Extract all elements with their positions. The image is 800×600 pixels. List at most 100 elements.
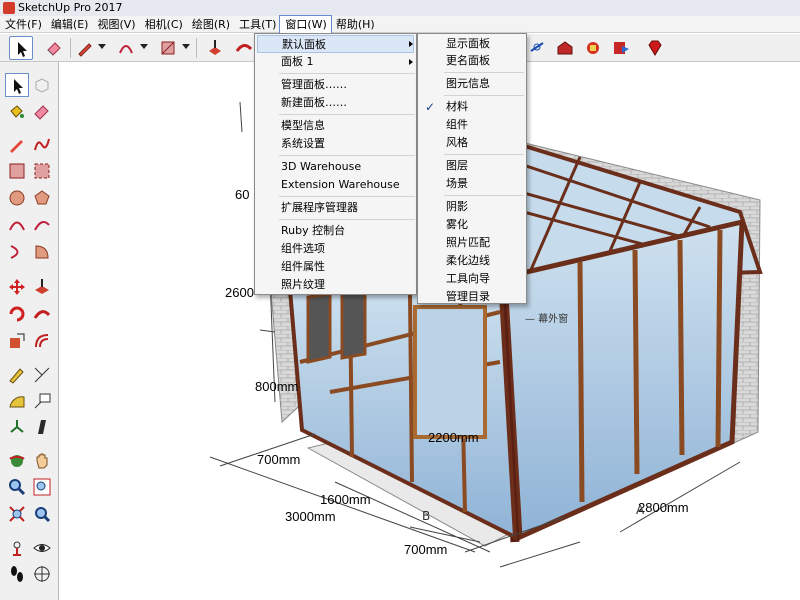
orbit-axes-tool[interactable] (5, 415, 29, 439)
share-component-button[interactable] (581, 36, 605, 60)
submenu-item-instructor[interactable]: 工具向导 (420, 270, 524, 288)
follow-me-icon (235, 44, 253, 52)
offset-tool[interactable] (30, 329, 54, 353)
rectangle-tool[interactable] (5, 159, 29, 183)
menu-item-new-tray[interactable]: 新建面板…… (257, 94, 414, 112)
rotated-rectangle-tool[interactable] (30, 159, 54, 183)
3d-warehouse-button[interactable] (553, 36, 577, 60)
ruby-console-button[interactable] (643, 36, 667, 60)
walk-tool[interactable] (5, 562, 29, 586)
make-component-tool[interactable] (30, 73, 54, 97)
pan-tool[interactable] (30, 449, 54, 473)
two-point-arc-tool[interactable] (30, 213, 54, 237)
zoom-window-tool[interactable] (30, 475, 54, 499)
move-tool[interactable] (5, 275, 29, 299)
submenu-item-entity-info[interactable]: 图元信息 (420, 75, 524, 93)
menu-tools[interactable]: 工具(T) (234, 16, 280, 33)
menu-item-component-options[interactable]: 组件选项 (257, 240, 414, 258)
select-tool-button[interactable] (9, 36, 33, 60)
freehand-tool[interactable] (30, 133, 54, 157)
menu-draw[interactable]: 绘图(R) (187, 16, 234, 33)
rotate-tool[interactable] (5, 302, 29, 326)
rectangle-dropdown-arrow-icon[interactable] (182, 44, 190, 49)
dimension-toolbar-button[interactable] (525, 36, 549, 60)
submenu-item-layers[interactable]: 图层 (420, 157, 524, 175)
follow-me-icon (33, 310, 51, 319)
follow-me-tool-button[interactable] (232, 36, 256, 60)
eraser-tool-button[interactable] (42, 36, 66, 60)
submenu-item-outliner[interactable]: 管理目录 (420, 288, 524, 306)
submenu-item-soften-edges[interactable]: 柔化边线 (420, 252, 524, 270)
orbit-tool[interactable] (5, 449, 29, 473)
ruby-gem-icon (648, 40, 662, 56)
previous-view-tool[interactable] (30, 502, 54, 526)
zoom-extents-tool[interactable] (5, 502, 29, 526)
arc-tool[interactable] (5, 213, 29, 237)
menu-item-default-tray[interactable]: 默认面板 (257, 35, 414, 53)
scale-tool[interactable] (5, 329, 29, 353)
submenu-item-rename-tray[interactable]: 更名面板 (420, 52, 524, 70)
line-tool[interactable] (5, 133, 29, 157)
rectangle-icon (161, 41, 175, 55)
dimension-label-height-top: 60 (235, 187, 250, 202)
menu-item-photo-textures[interactable]: 照片纹理 (257, 276, 414, 294)
scale-icon (10, 333, 25, 348)
menu-help[interactable]: 帮助(H) (331, 16, 379, 33)
section-plane-align-tool[interactable] (30, 562, 54, 586)
menu-edit[interactable]: 编辑(E) (46, 16, 93, 33)
section-plane-tool[interactable] (30, 415, 54, 439)
window-menu-dropdown: 默认面板 面板 1 管理面板…… 新建面板…… 模型信息 系统设置 3D War… (254, 33, 417, 295)
submenu-item-components[interactable]: 组件 (420, 116, 524, 134)
submenu-item-styles[interactable]: 风格 (420, 134, 524, 152)
eraser-tool[interactable] (30, 100, 54, 124)
submenu-item-match-photo[interactable]: 照片匹配 (420, 234, 524, 252)
tape-measure-tool[interactable] (5, 363, 29, 387)
menu-item-ruby-console[interactable]: Ruby 控制台 (257, 222, 414, 240)
menu-item-extension-manager[interactable]: 扩展程序管理器 (257, 199, 414, 217)
menu-bar: 文件(F) 编辑(E) 视图(V) 相机(C) 绘图(R) 工具(T) 窗口(W… (0, 15, 800, 34)
menu-item-model-info[interactable]: 模型信息 (257, 117, 414, 135)
menu-item-preferences[interactable]: 系统设置 (257, 135, 414, 153)
zoom-tool[interactable] (5, 475, 29, 499)
menu-item-extension-warehouse[interactable]: Extension Warehouse (257, 176, 414, 194)
three-point-arc-tool[interactable] (5, 240, 29, 264)
section-plane-icon (38, 420, 46, 434)
move-arrows-icon (9, 279, 25, 295)
rectangle-tool-button[interactable] (156, 36, 180, 60)
protractor-tool[interactable] (5, 389, 29, 413)
look-around-tool[interactable] (30, 536, 54, 560)
select-tool[interactable] (5, 73, 29, 97)
line-dropdown-arrow-icon[interactable] (98, 44, 106, 49)
hand-icon (36, 453, 48, 469)
extension-warehouse-button[interactable] (609, 36, 633, 60)
arc-tool-button[interactable] (114, 36, 138, 60)
axes-tool[interactable] (30, 363, 54, 387)
three-point-arc-icon (10, 245, 19, 259)
line-tool-button[interactable] (73, 36, 97, 60)
menu-file[interactable]: 文件(F) (0, 16, 46, 33)
circle-tool[interactable] (5, 186, 29, 210)
menu-window[interactable]: 窗口(W) (279, 15, 332, 34)
follow-me-tool[interactable] (30, 302, 54, 326)
submenu-item-shadows[interactable]: 阴影 (420, 198, 524, 216)
menu-item-component-attributes[interactable]: 组件属性 (257, 258, 414, 276)
push-pull-tool[interactable] (30, 275, 54, 299)
menu-item-3d-warehouse[interactable]: 3D Warehouse (257, 158, 414, 176)
submenu-item-scenes[interactable]: 场景 (420, 175, 524, 193)
menu-camera[interactable]: 相机(C) (140, 16, 187, 33)
sketchup-window: SketchUp Pro 2017 文件(F) 编辑(E) 视图(V) 相机(C… (0, 0, 800, 600)
submenu-item-fog[interactable]: 雾化 (420, 216, 524, 234)
dimension-label-sill: 800mm (255, 379, 299, 394)
submenu-item-show-tray[interactable]: 显示面板 (420, 35, 524, 53)
arc-dropdown-arrow-icon[interactable] (140, 44, 148, 49)
polygon-tool[interactable] (30, 186, 54, 210)
push-pull-tool-button[interactable] (203, 36, 227, 60)
menu-item-tray-1[interactable]: 面板 1 (257, 53, 414, 71)
submenu-item-materials[interactable]: 材料 (420, 98, 524, 116)
paint-bucket-tool[interactable] (5, 100, 29, 124)
menu-view[interactable]: 视图(V) (92, 16, 139, 33)
pie-tool[interactable] (30, 240, 54, 264)
position-camera-tool[interactable] (5, 536, 29, 560)
text-tool[interactable] (30, 389, 54, 413)
menu-item-manage-trays[interactable]: 管理面板…… (257, 76, 414, 94)
